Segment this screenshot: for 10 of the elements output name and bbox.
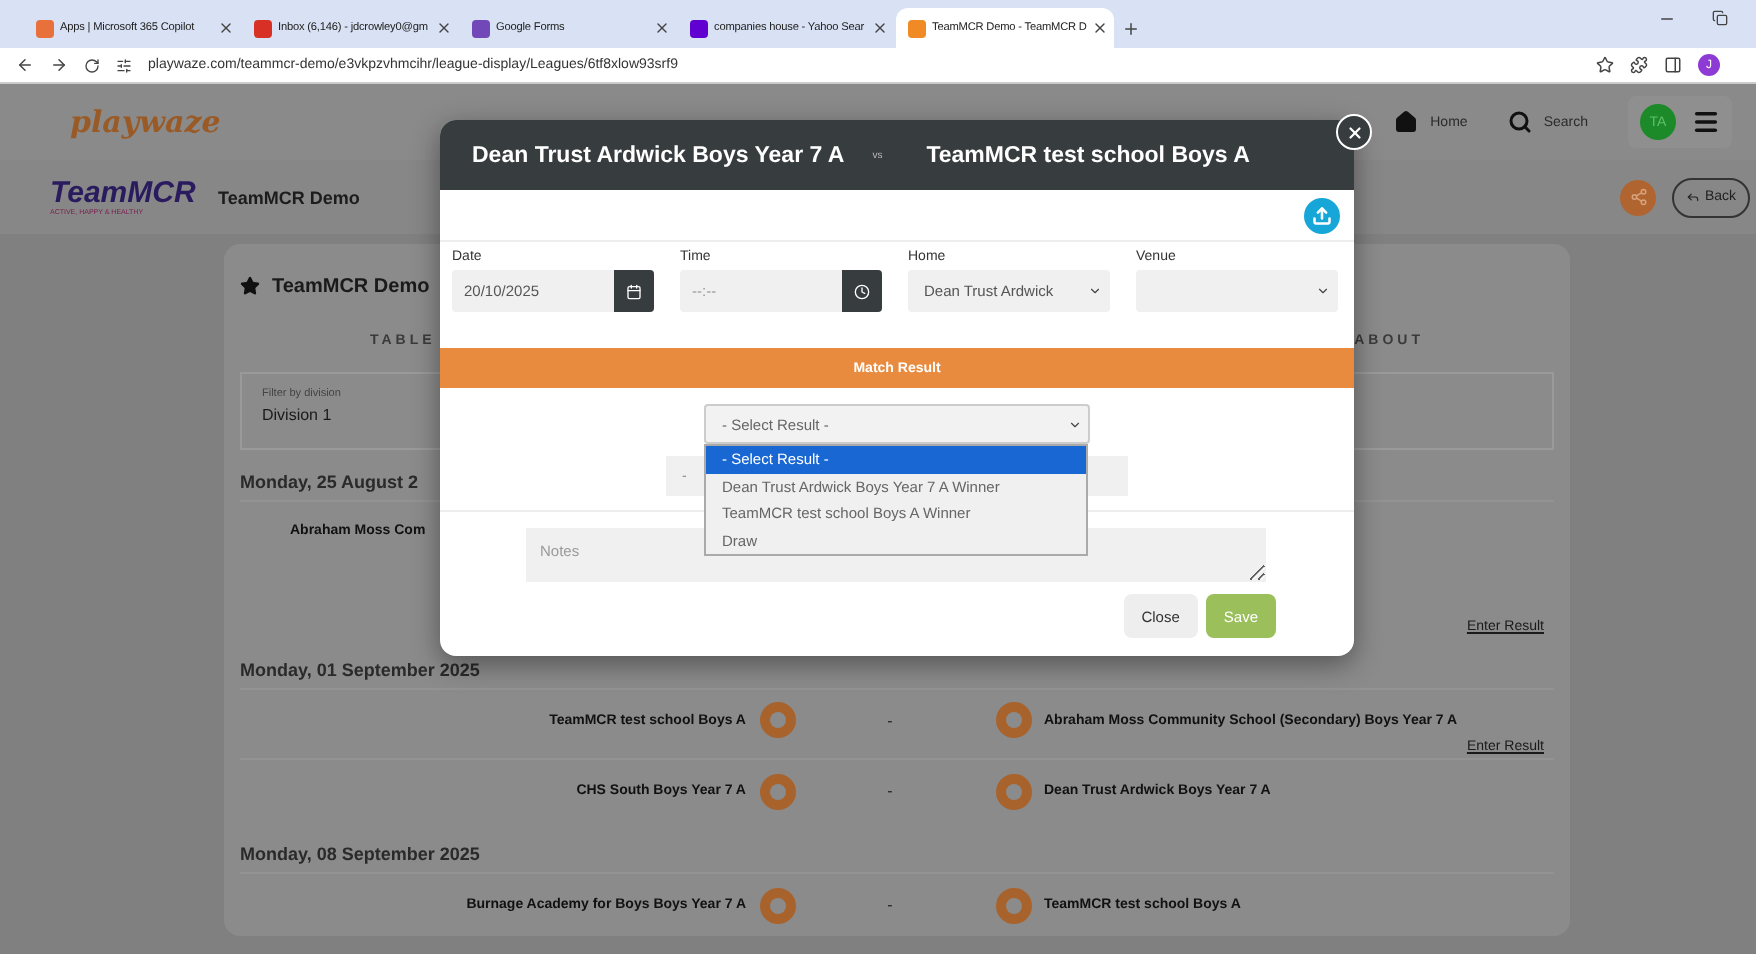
card-title: TeamMCR Demo xyxy=(272,275,430,297)
score: - xyxy=(887,711,893,730)
date-heading: Monday, 01 September 2025 xyxy=(240,660,480,680)
date-heading: Monday, 08 September 2025 xyxy=(240,844,480,864)
home-team-title: Dean Trust Ardwick Boys Year 7 A xyxy=(472,143,845,167)
score: - xyxy=(887,782,893,800)
away-team-title: TeamMCR test school Boys A xyxy=(926,143,1250,167)
league-title: TeamMCR Demo xyxy=(218,187,360,207)
date-heading: Monday, 25 August 2 xyxy=(240,472,419,492)
score: - xyxy=(887,896,893,914)
